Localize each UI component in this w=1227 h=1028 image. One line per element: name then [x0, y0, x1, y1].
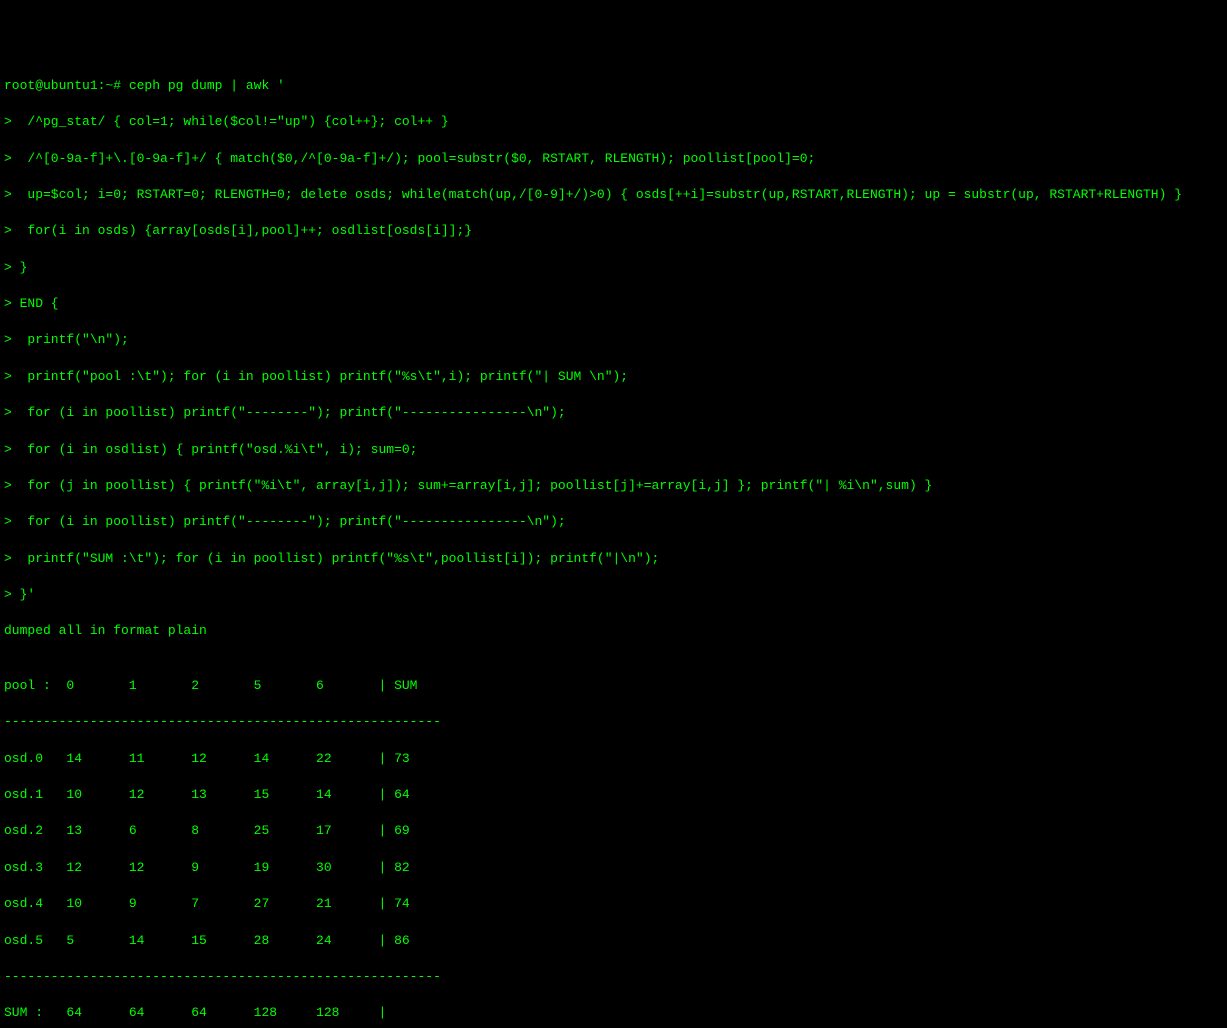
table-row: osd.2 13 6 8 25 17 | 69 [4, 822, 1223, 840]
shell-prompt: root@ubuntu1:~# [4, 78, 129, 93]
script-line: > }' [4, 586, 1223, 604]
script-line: > /^pg_stat/ { col=1; while($col!="up") … [4, 113, 1223, 131]
table-row: osd.4 10 9 7 27 21 | 74 [4, 895, 1223, 913]
script-line: > } [4, 259, 1223, 277]
script-line: > printf("SUM :\t"); for (i in poollist)… [4, 550, 1223, 568]
table-row: osd.0 14 11 12 14 22 | 73 [4, 750, 1223, 768]
command-line[interactable]: root@ubuntu1:~# ceph pg dump | awk ' [4, 77, 1223, 95]
script-line: > for (i in poollist) printf("--------")… [4, 513, 1223, 531]
command-text: ceph pg dump | awk ' [129, 78, 285, 93]
table-row: osd.5 5 14 15 28 24 | 86 [4, 932, 1223, 950]
table-divider: ----------------------------------------… [4, 968, 1223, 986]
script-line: > up=$col; i=0; RSTART=0; RLENGTH=0; del… [4, 186, 1223, 204]
table-row: osd.1 10 12 13 15 14 | 64 [4, 786, 1223, 804]
output-header: dumped all in format plain [4, 622, 1223, 640]
script-line: > printf("pool :\t"); for (i in poollist… [4, 368, 1223, 386]
script-line: > for (i in poollist) printf("--------")… [4, 404, 1223, 422]
sum-row: SUM : 64 64 64 128 128 | [4, 1004, 1223, 1022]
table-header: pool : 0 1 2 5 6 | SUM [4, 677, 1223, 695]
table-divider: ----------------------------------------… [4, 713, 1223, 731]
script-line: > for (i in osdlist) { printf("osd.%i\t"… [4, 441, 1223, 459]
script-line: > for(i in osds) {array[osds[i],pool]++;… [4, 222, 1223, 240]
table-row: osd.3 12 12 9 19 30 | 82 [4, 859, 1223, 877]
script-line: > printf("\n"); [4, 331, 1223, 349]
script-line: > END { [4, 295, 1223, 313]
script-line: > for (j in poollist) { printf("%i\t", a… [4, 477, 1223, 495]
script-line: > /^[0-9a-f]+\.[0-9a-f]+/ { match($0,/^[… [4, 150, 1223, 168]
